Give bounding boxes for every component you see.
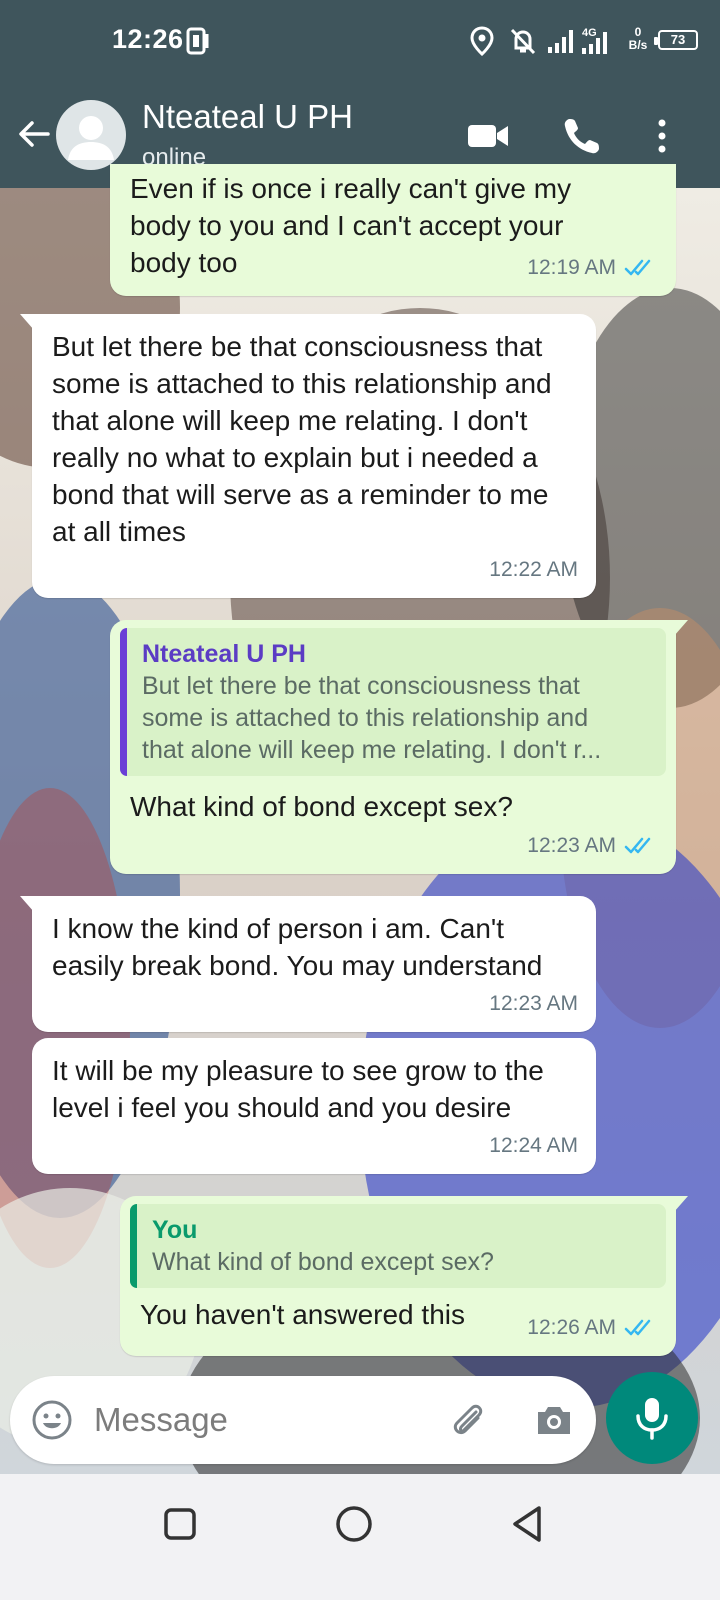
quote-text-line: that alone will keep me relating. I don'…	[142, 736, 602, 764]
quoted-message[interactable]: You What kind of bond except sex?	[130, 1204, 666, 1288]
mic-icon	[636, 1398, 668, 1440]
more-vert-icon[interactable]	[640, 114, 684, 158]
message-out-reply[interactable]: Nteateal U PH But let there be that cons…	[110, 620, 688, 874]
message-meta: 12:24 AM	[489, 1127, 578, 1164]
mute-bell-icon	[508, 26, 538, 56]
message-time: 12:19 AM	[527, 256, 616, 279]
message-text-line: Even if is once i really can't give my	[130, 173, 572, 204]
svg-text:4G: 4G	[582, 27, 597, 39]
status-bar: 12:26 4G 0 B/s 73	[0, 0, 720, 80]
signal-icon	[546, 26, 576, 56]
location-icon	[470, 26, 494, 56]
quote-bar	[120, 628, 127, 776]
system-nav-bar	[0, 1474, 720, 1600]
message-time: 12:23 AM	[489, 992, 578, 1015]
back-arrow-icon[interactable]	[14, 114, 54, 154]
message-out[interactable]: Even if is once i really can't give my b…	[110, 164, 676, 296]
message-in[interactable]: But let there be that consciousness that…	[20, 314, 596, 598]
message-time: 12:24 AM	[489, 1134, 578, 1157]
message-time: 12:22 AM	[489, 558, 578, 581]
signal-icon-4g: 4G	[580, 26, 614, 56]
avatar[interactable]	[56, 100, 126, 170]
quote-author: You	[152, 1216, 198, 1244]
bubble-tail	[674, 1196, 688, 1212]
double-tick-icon	[624, 259, 651, 275]
message-time: 12:23 AM	[527, 834, 616, 857]
bubble-tail	[20, 314, 34, 330]
nfc-icon	[186, 26, 212, 56]
message-composer	[10, 1376, 596, 1464]
quoted-message[interactable]: Nteateal U PH But let there be that cons…	[120, 628, 666, 776]
message-in[interactable]: I know the kind of person i am. Can't ea…	[20, 896, 596, 1032]
battery-icon: 73	[654, 30, 698, 50]
quote-text-line: some is attached to this relationship an…	[142, 704, 589, 732]
message-meta: 12:19 AM	[527, 249, 658, 286]
quote-text-line: What kind of bond except sex?	[152, 1248, 494, 1276]
message-meta: 12:22 AM	[489, 551, 578, 588]
message-text: It will be my pleasure to see grow to th…	[52, 1055, 544, 1123]
app-header: 12:26 4G 0 B/s 73 Nteateal U PH online	[0, 0, 720, 188]
quote-bar	[130, 1204, 137, 1288]
bubble-tail	[20, 896, 34, 912]
message-meta: 12:26 AM	[527, 1309, 658, 1346]
double-tick-icon	[624, 837, 651, 853]
message-input[interactable]	[94, 1398, 414, 1442]
contact-name[interactable]: Nteateal U PH	[142, 98, 353, 136]
net-speed: 0 B/s	[624, 26, 652, 52]
home-circle-icon[interactable]	[332, 1502, 376, 1546]
back-triangle-icon[interactable]	[506, 1502, 550, 1546]
video-call-icon[interactable]	[466, 114, 510, 158]
attach-icon[interactable]	[446, 1398, 490, 1442]
bubble-tail	[674, 620, 688, 636]
quote-author: Nteateal U PH	[142, 640, 306, 668]
message-text-line: body to you and I can't accept your	[130, 210, 564, 241]
recents-square-icon[interactable]	[158, 1502, 202, 1546]
emoji-icon[interactable]	[30, 1398, 74, 1442]
message-meta: 12:23 AM	[489, 985, 578, 1022]
camera-icon[interactable]	[532, 1398, 576, 1442]
message-text: I know the kind of person i am. Can't ea…	[52, 913, 543, 981]
quote-text-line: But let there be that consciousness that	[142, 672, 580, 700]
message-text: But let there be that consciousness that…	[52, 331, 552, 547]
message-meta: 12:23 AM	[527, 827, 658, 864]
net-speed-value: 0	[634, 25, 642, 39]
mic-button[interactable]	[606, 1372, 698, 1464]
double-tick-icon	[624, 1319, 651, 1335]
message-text: What kind of bond except sex?	[130, 791, 513, 822]
phone-icon[interactable]	[560, 114, 604, 158]
message-in[interactable]: It will be my pleasure to see grow to th…	[32, 1038, 596, 1174]
net-speed-unit: B/s	[628, 38, 648, 52]
message-out-reply[interactable]: You What kind of bond except sex? You ha…	[120, 1196, 688, 1356]
message-time: 12:26 AM	[527, 1316, 616, 1339]
avatar-icon	[68, 116, 114, 160]
status-time: 12:26	[112, 24, 184, 54]
